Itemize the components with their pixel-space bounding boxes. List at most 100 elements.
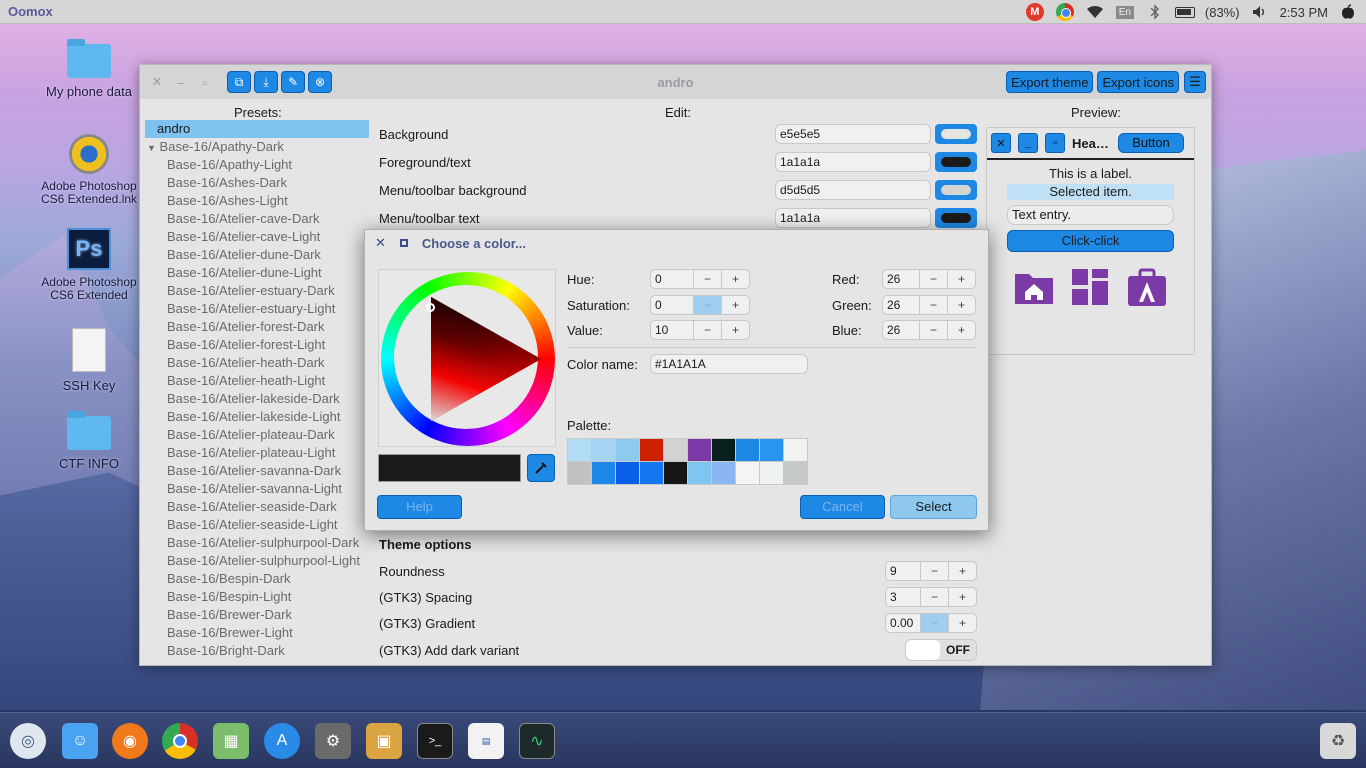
preset-item[interactable]: Base-16/Atelier-cave-Dark	[145, 210, 369, 228]
preset-item-selected[interactable]: andro	[145, 120, 369, 138]
preset-item[interactable]: Base-16/Apathy-Light	[145, 156, 369, 174]
export-icons-button[interactable]: Export icons	[1097, 71, 1179, 93]
palette-swatch[interactable]	[592, 462, 615, 484]
bluetooth-icon[interactable]	[1145, 3, 1165, 21]
battery-percentage[interactable]: (83%)	[1205, 5, 1240, 20]
preset-item[interactable]: Base-16/Atelier-estuary-Dark	[145, 282, 369, 300]
preset-item[interactable]: Base-16/Brewer-Dark	[145, 606, 369, 624]
hex-input-background[interactable]: e5e5e5	[775, 124, 931, 144]
palette-swatch[interactable]	[664, 439, 687, 461]
preset-item[interactable]: Base-16/Atelier-savanna-Light	[145, 480, 369, 498]
decrement-button[interactable]: −	[920, 562, 948, 580]
increment-button[interactable]: +	[948, 588, 976, 606]
palette-swatch[interactable]	[712, 462, 735, 484]
dialog-maximize-icon[interactable]	[399, 239, 408, 247]
image-viewer-icon[interactable]: ▦	[213, 723, 249, 759]
rename-preset-button[interactable]: ✎	[281, 71, 305, 93]
color-button-menu-text[interactable]	[935, 208, 977, 228]
dialog-close-icon[interactable]: ✕	[375, 235, 386, 251]
desktop-icon-ctf-info[interactable]: CTF INFO	[34, 411, 144, 471]
increment-button[interactable]: +	[948, 562, 976, 580]
preset-item[interactable]: Base-16/Atelier-lakeside-Dark	[145, 390, 369, 408]
palette-swatch[interactable]	[760, 462, 783, 484]
firefox-icon[interactable]: ◉	[112, 723, 148, 759]
desktop-icon-photoshop-lnk[interactable]: Adobe Photoshop CS6 Extended.lnk	[34, 134, 144, 206]
preset-item[interactable]: Base-16/Atelier-seaside-Dark	[145, 498, 369, 516]
save-preset-button[interactable]: ⤓	[254, 71, 278, 93]
saturation-spinner[interactable]: 0− +	[650, 295, 750, 315]
palette-swatch[interactable]	[760, 439, 783, 461]
preview-minimize-button[interactable]: _	[1018, 133, 1038, 153]
desktop-icon-photoshop[interactable]: Ps Adobe Photoshop CS6 Extended	[34, 228, 144, 302]
clock[interactable]: 2:53 PM	[1280, 5, 1328, 20]
decrement-button[interactable]: −	[920, 588, 948, 606]
preview-click-button[interactable]: Click-click	[1007, 230, 1174, 252]
palette-swatch[interactable]	[616, 462, 639, 484]
roundness-spinner[interactable]: 9− +	[885, 561, 977, 581]
chrome-icon[interactable]	[162, 723, 198, 759]
wifi-icon[interactable]	[1085, 3, 1105, 21]
gradient-spinner[interactable]: 0.00− +	[885, 613, 977, 633]
preset-group[interactable]: ▼ Base-16/Apathy-Dark	[145, 138, 369, 156]
preset-item[interactable]: Base-16/Atelier-dune-Light	[145, 264, 369, 282]
palette-swatch[interactable]	[640, 462, 663, 484]
file-menu-app-icon[interactable]: ▤	[468, 723, 504, 759]
preset-item[interactable]: Base-16/Brewer-Light	[145, 624, 369, 642]
color-wheel[interactable]	[378, 269, 556, 447]
palette-swatch[interactable]	[640, 439, 663, 461]
preview-button[interactable]: Button	[1118, 133, 1184, 153]
preset-item[interactable]: Base-16/Bespin-Light	[145, 588, 369, 606]
hex-input-menu-bg[interactable]: d5d5d5	[775, 180, 931, 200]
preset-item[interactable]: Base-16/Bespin-Dark	[145, 570, 369, 588]
menu-button[interactable]: ☰	[1184, 71, 1206, 93]
color-name-input[interactable]: #1A1A1A	[650, 354, 808, 374]
color-button-foreground[interactable]	[935, 152, 977, 172]
increment-button[interactable]: +	[948, 614, 976, 632]
blue-spinner[interactable]: 26− +	[882, 320, 976, 340]
decrement-button[interactable]: −	[920, 614, 948, 632]
desktop-icon-my-phone-data[interactable]: My phone data	[34, 39, 144, 99]
export-theme-button[interactable]: Export theme	[1006, 71, 1094, 93]
active-app-name[interactable]: Oomox	[8, 4, 53, 19]
clone-preset-button[interactable]: ⧉	[227, 71, 251, 93]
minimize-window-button[interactable]: –	[169, 71, 193, 93]
hex-input-menu-text[interactable]: 1a1a1a	[775, 208, 931, 228]
color-picker-handle[interactable]	[426, 303, 435, 312]
value-spinner[interactable]: 10− +	[650, 320, 750, 340]
preview-close-button[interactable]: ✕	[991, 133, 1011, 153]
preset-item[interactable]: Base-16/Atelier-sulphurpool-Dark	[145, 534, 369, 552]
preset-item[interactable]: Base-16/Atelier-lakeside-Light	[145, 408, 369, 426]
preset-item[interactable]: Base-16/Atelier-heath-Light	[145, 372, 369, 390]
cancel-button[interactable]: Cancel	[800, 495, 885, 519]
preset-item[interactable]: Base-16/Ashes-Dark	[145, 174, 369, 192]
chrome-tray-icon[interactable]	[1055, 3, 1075, 21]
color-button-background[interactable]	[935, 124, 977, 144]
preset-item[interactable]: Base-16/Ashes-Light	[145, 192, 369, 210]
preview-maximize-button[interactable]: ▫	[1045, 133, 1065, 153]
preset-item[interactable]: Base-16/Atelier-sulphurpool-Light	[145, 552, 369, 570]
eyedropper-button[interactable]	[527, 454, 555, 482]
system-settings-icon[interactable]: ⚙	[315, 723, 351, 759]
red-spinner[interactable]: 26− +	[882, 269, 976, 289]
palette-swatch[interactable]	[568, 439, 591, 461]
color-button-menu-bg[interactable]	[935, 180, 977, 200]
hex-input-foreground[interactable]: 1a1a1a	[775, 152, 931, 172]
palette-swatch[interactable]	[784, 462, 807, 484]
spacing-spinner[interactable]: 3− +	[885, 587, 977, 607]
software-package-icon[interactable]: ▣	[366, 723, 402, 759]
preset-item[interactable]: Base-16/Atelier-forest-Dark	[145, 318, 369, 336]
preset-item[interactable]: Base-16/Atelier-savanna-Dark	[145, 462, 369, 480]
hue-spinner[interactable]: 0− +	[650, 269, 750, 289]
close-window-button[interactable]: ✕	[145, 71, 169, 93]
ubuntu-launcher-icon[interactable]: ◎	[10, 723, 46, 759]
preset-item[interactable]: Base-16/Atelier-heath-Dark	[145, 354, 369, 372]
palette-swatch[interactable]	[616, 439, 639, 461]
palette-swatch[interactable]	[784, 439, 807, 461]
preset-item[interactable]: Base-16/Atelier-plateau-Dark	[145, 426, 369, 444]
battery-icon[interactable]	[1174, 3, 1195, 21]
preset-item[interactable]: Base-16/Atelier-cave-Light	[145, 228, 369, 246]
dark-variant-toggle[interactable]: OFF	[905, 639, 977, 661]
palette-swatch[interactable]	[688, 462, 711, 484]
select-button[interactable]: Select	[890, 495, 977, 519]
trash-icon[interactable]: ♻	[1320, 723, 1356, 759]
